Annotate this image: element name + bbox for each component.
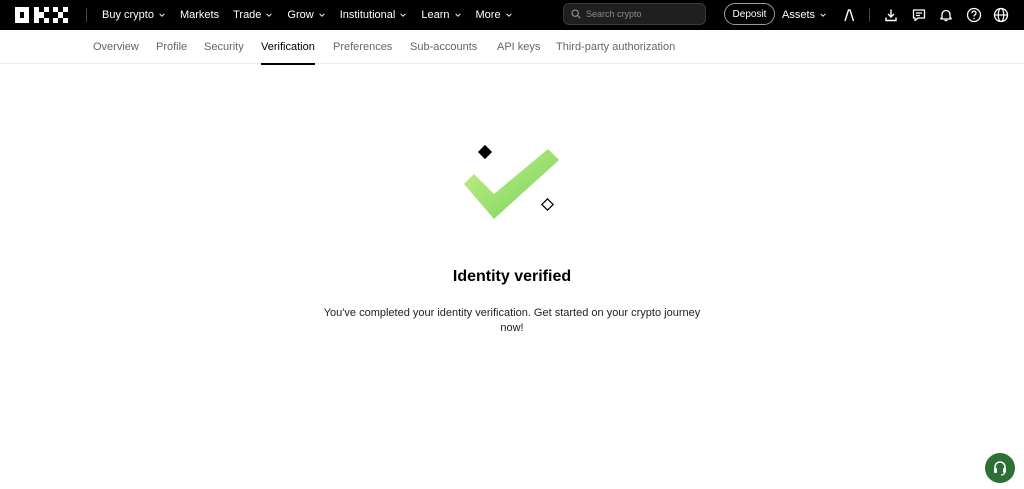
tab-profile[interactable]: Profile <box>156 30 187 64</box>
bell-icon[interactable] <box>937 6 955 24</box>
tab-sub-accounts[interactable]: Sub-accounts <box>410 30 477 64</box>
nav-learn[interactable]: Learn <box>421 9 461 21</box>
tab-overview[interactable]: Overview <box>93 30 139 64</box>
deposit-button[interactable]: Deposit <box>724 3 775 25</box>
main-nav: Buy crypto Markets Trade Grow Institutio… <box>102 0 527 30</box>
nav-learn-label: Learn <box>421 9 450 21</box>
help-icon[interactable] <box>965 6 983 24</box>
assets-label: Assets <box>782 9 816 21</box>
chat-icon[interactable] <box>910 6 928 24</box>
nav-markets[interactable]: Markets <box>180 9 219 21</box>
account-tabs: Overview Profile Security Verification P… <box>0 30 1024 65</box>
nav-buy-crypto-label: Buy crypto <box>102 9 154 21</box>
verified-check-illustration <box>455 140 575 230</box>
nav-more-label: More <box>475 9 501 21</box>
search-icon <box>571 9 581 19</box>
checkmark-icon <box>464 144 559 219</box>
nav-grow-label: Grow <box>287 9 314 21</box>
okx-logo[interactable] <box>15 7 69 23</box>
nav-trade-label: Trade <box>233 9 262 21</box>
headset-icon <box>994 461 1006 476</box>
chevron-down-icon <box>266 13 273 17</box>
chevron-down-icon <box>400 13 407 17</box>
tab-third-party-authorization[interactable]: Third-party authorization <box>556 30 675 64</box>
chevron-down-icon <box>454 13 461 17</box>
nav-institutional[interactable]: Institutional <box>340 9 408 21</box>
user-icon[interactable] <box>840 6 858 24</box>
tab-security[interactable]: Security <box>204 30 244 64</box>
nav-markets-label: Markets <box>179 9 220 21</box>
nav-divider <box>869 8 870 22</box>
chevron-down-icon <box>318 13 325 17</box>
nav-divider <box>86 8 87 22</box>
chevron-down-icon <box>820 13 826 17</box>
nav-trade[interactable]: Trade <box>233 9 273 21</box>
search-box[interactable] <box>563 3 706 25</box>
globe-icon[interactable] <box>992 6 1010 24</box>
tab-preferences[interactable]: Preferences <box>333 30 392 64</box>
assets-menu[interactable]: Assets <box>782 0 827 30</box>
tab-api-keys[interactable]: API keys <box>497 30 540 64</box>
nav-buy-crypto[interactable]: Buy crypto <box>102 9 166 21</box>
tab-verification[interactable]: Verification <box>261 30 315 65</box>
search-input[interactable] <box>586 9 696 19</box>
top-nav-bar: Buy crypto Markets Trade Grow Institutio… <box>0 0 1024 30</box>
nav-more[interactable]: More <box>476 9 513 21</box>
chevron-down-icon <box>159 13 165 17</box>
page-title: Identity verified <box>452 268 572 285</box>
nav-grow[interactable]: Grow <box>287 9 325 21</box>
download-icon[interactable] <box>882 6 900 24</box>
nav-institutional-label: Institutional <box>339 9 396 21</box>
support-chat-button[interactable] <box>985 453 1015 483</box>
verification-description: You've completed your identity verificat… <box>323 307 701 334</box>
chevron-down-icon <box>505 13 512 17</box>
